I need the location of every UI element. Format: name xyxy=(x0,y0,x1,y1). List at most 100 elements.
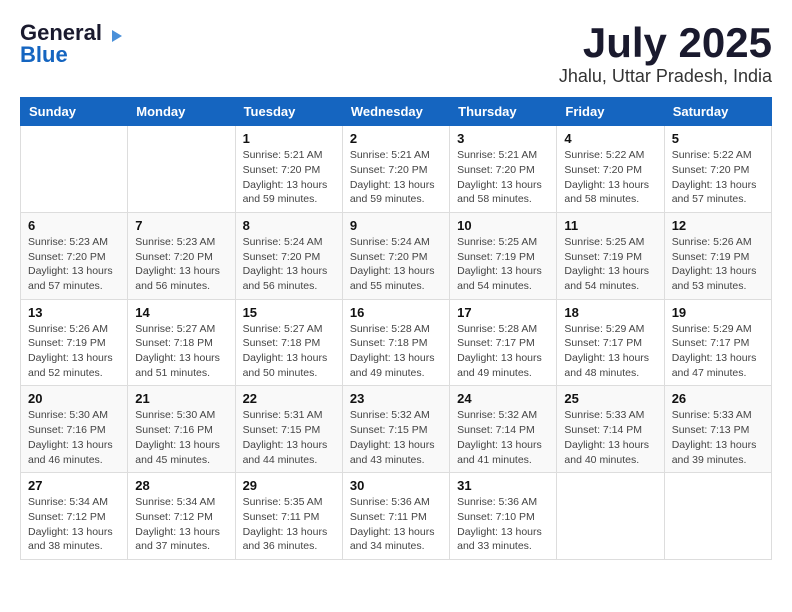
calendar-cell: 27 Sunrise: 5:34 AM Sunset: 7:12 PM Dayli… xyxy=(21,473,128,560)
day-info: Sunrise: 5:28 AM Sunset: 7:17 PM Dayligh… xyxy=(457,322,549,381)
day-info: Sunrise: 5:26 AM Sunset: 7:19 PM Dayligh… xyxy=(28,322,120,381)
day-info: Sunrise: 5:35 AM Sunset: 7:11 PM Dayligh… xyxy=(243,495,335,554)
calendar-cell: 3 Sunrise: 5:21 AM Sunset: 7:20 PM Daylig… xyxy=(450,126,557,213)
day-number: 24 xyxy=(457,391,549,406)
calendar-cell: 15 Sunrise: 5:27 AM Sunset: 7:18 PM Dayli… xyxy=(235,299,342,386)
day-number: 19 xyxy=(672,305,764,320)
day-number: 16 xyxy=(350,305,442,320)
day-number: 6 xyxy=(28,218,120,233)
day-number: 12 xyxy=(672,218,764,233)
day-number: 9 xyxy=(350,218,442,233)
day-info: Sunrise: 5:23 AM Sunset: 7:20 PM Dayligh… xyxy=(135,235,227,294)
day-info: Sunrise: 5:24 AM Sunset: 7:20 PM Dayligh… xyxy=(350,235,442,294)
day-number: 21 xyxy=(135,391,227,406)
day-number: 15 xyxy=(243,305,335,320)
calendar-cell: 29 Sunrise: 5:35 AM Sunset: 7:11 PM Dayli… xyxy=(235,473,342,560)
calendar-cell: 2 Sunrise: 5:21 AM Sunset: 7:20 PM Daylig… xyxy=(342,126,449,213)
calendar-cell: 9 Sunrise: 5:24 AM Sunset: 7:20 PM Daylig… xyxy=(342,212,449,299)
day-info: Sunrise: 5:32 AM Sunset: 7:15 PM Dayligh… xyxy=(350,408,442,467)
day-number: 13 xyxy=(28,305,120,320)
day-number: 4 xyxy=(564,131,656,146)
day-info: Sunrise: 5:25 AM Sunset: 7:19 PM Dayligh… xyxy=(564,235,656,294)
day-info: Sunrise: 5:36 AM Sunset: 7:11 PM Dayligh… xyxy=(350,495,442,554)
day-number: 3 xyxy=(457,131,549,146)
day-info: Sunrise: 5:26 AM Sunset: 7:19 PM Dayligh… xyxy=(672,235,764,294)
calendar-cell: 25 Sunrise: 5:33 AM Sunset: 7:14 PM Dayli… xyxy=(557,386,664,473)
day-info: Sunrise: 5:34 AM Sunset: 7:12 PM Dayligh… xyxy=(28,495,120,554)
day-info: Sunrise: 5:33 AM Sunset: 7:13 PM Dayligh… xyxy=(672,408,764,467)
calendar-cell: 7 Sunrise: 5:23 AM Sunset: 7:20 PM Daylig… xyxy=(128,212,235,299)
calendar-week-row: 20 Sunrise: 5:30 AM Sunset: 7:16 PM Dayli… xyxy=(21,386,772,473)
page-header: General Blue July 2025 Jhalu, Uttar Prad… xyxy=(20,20,772,87)
day-number: 11 xyxy=(564,218,656,233)
day-number: 18 xyxy=(564,305,656,320)
day-of-week-header: Sunday xyxy=(21,98,128,126)
calendar-cell: 19 Sunrise: 5:29 AM Sunset: 7:17 PM Dayli… xyxy=(664,299,771,386)
logo: General Blue xyxy=(20,20,124,68)
day-number: 2 xyxy=(350,131,442,146)
logo-blue: Blue xyxy=(20,42,124,68)
calendar-cell: 5Sunrise: 5:22 AM Sunset: 7:20 PM Daylig… xyxy=(664,126,771,213)
day-info: Sunrise: 5:28 AM Sunset: 7:18 PM Dayligh… xyxy=(350,322,442,381)
day-number: 8 xyxy=(243,218,335,233)
day-number: 30 xyxy=(350,478,442,493)
day-info: Sunrise: 5:33 AM Sunset: 7:14 PM Dayligh… xyxy=(564,408,656,467)
calendar-cell: 13 Sunrise: 5:26 AM Sunset: 7:19 PM Dayli… xyxy=(21,299,128,386)
day-number: 20 xyxy=(28,391,120,406)
month-title: July 2025 xyxy=(559,20,772,66)
calendar-cell: 31 Sunrise: 5:36 AM Sunset: 7:10 PM Dayli… xyxy=(450,473,557,560)
calendar-cell: 14Sunrise: 5:27 AM Sunset: 7:18 PM Dayli… xyxy=(128,299,235,386)
calendar-week-row: 1Sunrise: 5:21 AM Sunset: 7:20 PM Daylig… xyxy=(21,126,772,213)
day-of-week-header: Monday xyxy=(128,98,235,126)
calendar-cell: 11 Sunrise: 5:25 AM Sunset: 7:19 PM Dayli… xyxy=(557,212,664,299)
calendar-cell: 30 Sunrise: 5:36 AM Sunset: 7:11 PM Dayli… xyxy=(342,473,449,560)
day-info: Sunrise: 5:21 AM Sunset: 7:20 PM Dayligh… xyxy=(350,148,442,207)
day-info: Sunrise: 5:27 AM Sunset: 7:18 PM Dayligh… xyxy=(135,322,227,381)
day-number: 23 xyxy=(350,391,442,406)
day-info: Sunrise: 5:32 AM Sunset: 7:14 PM Dayligh… xyxy=(457,408,549,467)
day-of-week-header: Thursday xyxy=(450,98,557,126)
calendar-cell: 20Sunrise: 5:30 AM Sunset: 7:16 PM Dayli… xyxy=(21,386,128,473)
calendar-week-row: 6 Sunrise: 5:23 AM Sunset: 7:20 PM Daylig… xyxy=(21,212,772,299)
day-of-week-header: Tuesday xyxy=(235,98,342,126)
day-info: Sunrise: 5:30 AM Sunset: 7:16 PM Dayligh… xyxy=(135,408,227,467)
day-info: Sunrise: 5:27 AM Sunset: 7:18 PM Dayligh… xyxy=(243,322,335,381)
day-info: Sunrise: 5:34 AM Sunset: 7:12 PM Dayligh… xyxy=(135,495,227,554)
calendar-cell: 4Sunrise: 5:22 AM Sunset: 7:20 PM Daylig… xyxy=(557,126,664,213)
day-info: Sunrise: 5:36 AM Sunset: 7:10 PM Dayligh… xyxy=(457,495,549,554)
day-of-week-header: Friday xyxy=(557,98,664,126)
title-block: July 2025 Jhalu, Uttar Pradesh, India xyxy=(559,20,772,87)
day-of-week-header: Wednesday xyxy=(342,98,449,126)
day-number: 25 xyxy=(564,391,656,406)
day-number: 29 xyxy=(243,478,335,493)
day-number: 22 xyxy=(243,391,335,406)
calendar-header-row: SundayMondayTuesdayWednesdayThursdayFrid… xyxy=(21,98,772,126)
day-info: Sunrise: 5:24 AM Sunset: 7:20 PM Dayligh… xyxy=(243,235,335,294)
calendar-cell: 26 Sunrise: 5:33 AM Sunset: 7:13 PM Dayli… xyxy=(664,386,771,473)
day-info: Sunrise: 5:29 AM Sunset: 7:17 PM Dayligh… xyxy=(564,322,656,381)
calendar-cell: 1Sunrise: 5:21 AM Sunset: 7:20 PM Daylig… xyxy=(235,126,342,213)
calendar-cell: 8 Sunrise: 5:24 AM Sunset: 7:20 PM Daylig… xyxy=(235,212,342,299)
calendar-cell: 18 Sunrise: 5:29 AM Sunset: 7:17 PM Dayli… xyxy=(557,299,664,386)
day-info: Sunrise: 5:25 AM Sunset: 7:19 PM Dayligh… xyxy=(457,235,549,294)
calendar-cell: 28Sunrise: 5:34 AM Sunset: 7:12 PM Dayli… xyxy=(128,473,235,560)
calendar-table: SundayMondayTuesdayWednesdayThursdayFrid… xyxy=(20,97,772,560)
day-number: 27 xyxy=(28,478,120,493)
location-title: Jhalu, Uttar Pradesh, India xyxy=(559,66,772,87)
calendar-week-row: 27 Sunrise: 5:34 AM Sunset: 7:12 PM Dayli… xyxy=(21,473,772,560)
day-info: Sunrise: 5:29 AM Sunset: 7:17 PM Dayligh… xyxy=(672,322,764,381)
day-number: 31 xyxy=(457,478,549,493)
calendar-cell: 17Sunrise: 5:28 AM Sunset: 7:17 PM Dayli… xyxy=(450,299,557,386)
calendar-cell: 24 Sunrise: 5:32 AM Sunset: 7:14 PM Dayli… xyxy=(450,386,557,473)
day-info: Sunrise: 5:23 AM Sunset: 7:20 PM Dayligh… xyxy=(28,235,120,294)
calendar-cell xyxy=(664,473,771,560)
calendar-cell: 23 Sunrise: 5:32 AM Sunset: 7:15 PM Dayli… xyxy=(342,386,449,473)
day-number: 10 xyxy=(457,218,549,233)
day-info: Sunrise: 5:31 AM Sunset: 7:15 PM Dayligh… xyxy=(243,408,335,467)
day-number: 7 xyxy=(135,218,227,233)
calendar-cell: 10 Sunrise: 5:25 AM Sunset: 7:19 PM Dayli… xyxy=(450,212,557,299)
calendar-cell: 16 Sunrise: 5:28 AM Sunset: 7:18 PM Dayli… xyxy=(342,299,449,386)
day-number: 26 xyxy=(672,391,764,406)
day-info: Sunrise: 5:21 AM Sunset: 7:20 PM Dayligh… xyxy=(457,148,549,207)
calendar-cell xyxy=(557,473,664,560)
